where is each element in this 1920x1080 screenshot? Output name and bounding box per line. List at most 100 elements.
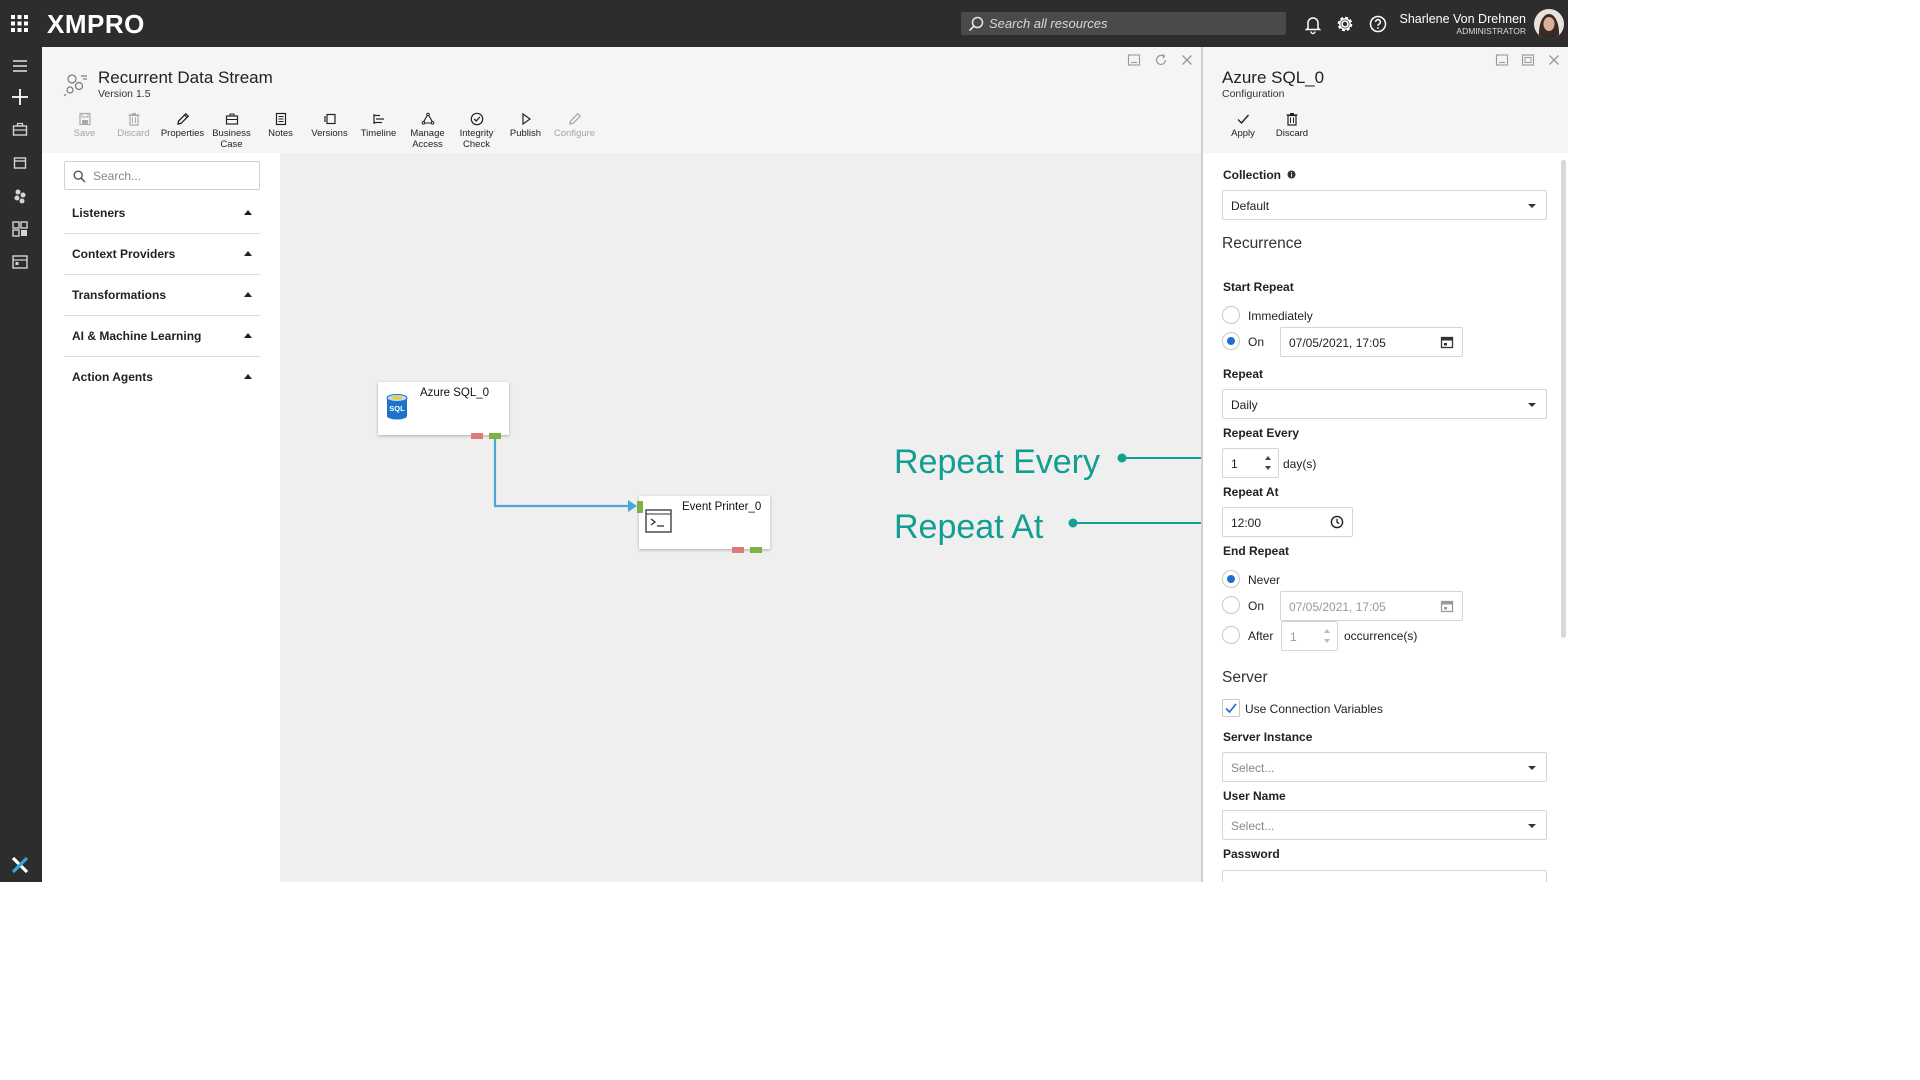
end-date-value: 07/05/2021, 17:05 (1289, 600, 1386, 614)
business-case-label: Business Case (212, 128, 251, 150)
info-icon[interactable] (1287, 170, 1296, 179)
configure-label: Configure (553, 128, 596, 139)
end-on-radio[interactable] (1222, 596, 1240, 614)
decrement-icon[interactable] (1265, 466, 1271, 470)
never-radio[interactable] (1222, 570, 1240, 588)
discard-config-label: Discard (1275, 128, 1309, 139)
after-radio[interactable] (1222, 626, 1240, 644)
close-icon[interactable] (1547, 53, 1561, 67)
occurrences-value: 1 (1290, 630, 1297, 644)
app-grid-icon[interactable] (10, 14, 29, 33)
top-bar: XMPRO Search all resources Sharlene Von … (0, 0, 1568, 47)
error-output-port[interactable] (471, 433, 483, 439)
clock-icon[interactable] (1330, 515, 1344, 529)
user-avatar[interactable] (1534, 9, 1564, 39)
collection-select[interactable]: Default (1222, 190, 1547, 220)
checkmark-icon (1237, 114, 1250, 125)
apps-dashboard-icon[interactable] (10, 219, 30, 239)
category-label: Listeners (72, 206, 126, 220)
dropdown-arrow-icon (1528, 824, 1536, 828)
category-ai-machine-learning[interactable]: AI & Machine Learning (64, 316, 260, 357)
minimize-icon[interactable] (1127, 53, 1141, 67)
configure-button[interactable]: Configure (550, 112, 599, 139)
settings-gear-icon[interactable] (1334, 13, 1356, 35)
global-search-input[interactable]: Search all resources (961, 12, 1286, 35)
output-port[interactable] (489, 433, 501, 439)
discard-button[interactable]: Discard (109, 112, 158, 139)
output-port[interactable] (750, 547, 762, 553)
check-circle-icon (470, 112, 483, 126)
category-context-providers[interactable]: Context Providers (64, 234, 260, 275)
repeat-select[interactable]: Daily (1222, 389, 1547, 419)
annotation-repeat-at: Repeat At (894, 508, 1044, 546)
properties-button[interactable]: Properties (158, 112, 207, 139)
menu-hamburger-icon[interactable] (10, 56, 30, 76)
briefcase-icon[interactable] (10, 120, 30, 140)
discard-label: Discard (117, 128, 150, 139)
end-date-input[interactable]: 07/05/2021, 17:05 (1280, 591, 1463, 621)
start-repeat-label: Start Repeat (1223, 280, 1294, 294)
search-icon (968, 16, 984, 32)
start-on-radio[interactable] (1222, 332, 1240, 350)
password-input[interactable] (1222, 870, 1547, 882)
timeline-button[interactable]: Timeline (354, 112, 403, 139)
play-icon (521, 112, 531, 126)
immediately-radio[interactable] (1222, 306, 1240, 324)
panel-scrollbar[interactable] (1561, 160, 1566, 638)
minimize-icon[interactable] (1495, 53, 1509, 67)
xmpro-logo[interactable]: XMPRO (47, 9, 145, 40)
category-listeners[interactable]: Listeners (64, 193, 260, 234)
caret-up-icon (244, 251, 252, 256)
notes-button[interactable]: Notes (256, 112, 305, 139)
decrement-icon[interactable] (1324, 639, 1330, 643)
discard-config-button[interactable]: Discard (1272, 112, 1312, 139)
close-icon[interactable] (1180, 53, 1194, 67)
repeat-at-time-input[interactable]: 12:00 (1222, 507, 1353, 537)
notifications-bell-icon[interactable] (1302, 13, 1324, 35)
end-on-label: On (1248, 599, 1265, 613)
calendar-icon[interactable] (1440, 335, 1454, 349)
user-name[interactable]: Sharlene Von Drehnen (1380, 12, 1526, 26)
manage-access-button[interactable]: Manage Access (403, 112, 452, 150)
calendar-icon[interactable] (10, 153, 30, 173)
increment-icon[interactable] (1265, 456, 1271, 460)
input-port[interactable] (637, 501, 643, 513)
category-transformations[interactable]: Transformations (64, 275, 260, 316)
xmpro-x-logo-icon[interactable] (11, 856, 29, 874)
increment-icon[interactable] (1324, 629, 1330, 633)
error-output-port[interactable] (732, 547, 744, 553)
integrity-check-button[interactable]: Integrity Check (452, 112, 501, 150)
data-streams-icon[interactable] (10, 186, 30, 206)
end-repeat-label: End Repeat (1223, 544, 1290, 558)
apply-button[interactable]: Apply (1223, 112, 1263, 139)
save-button[interactable]: Save (60, 112, 109, 139)
panel-title: Azure SQL_0 (1222, 68, 1325, 87)
occurrences-stepper[interactable]: 1 (1281, 621, 1338, 651)
calendar-icon[interactable] (1440, 599, 1454, 613)
business-case-button[interactable]: Business Case (207, 112, 256, 150)
start-date-input[interactable]: 07/05/2021, 17:05 (1280, 327, 1463, 357)
refresh-icon[interactable] (1154, 53, 1168, 67)
publish-button[interactable]: Publish (501, 112, 550, 139)
manage-access-label: Manage Access (410, 128, 445, 150)
server-heading: Server (1222, 669, 1268, 686)
timeline-label: Timeline (360, 128, 397, 139)
collection-label-text: Collection (1223, 168, 1282, 182)
use-connection-variables-checkbox[interactable] (1222, 699, 1240, 717)
versions-label: Versions (311, 128, 348, 139)
repeat-every-label: Repeat Every (1223, 426, 1300, 440)
versions-button[interactable]: Versions (305, 112, 354, 139)
agent-node-event-printer[interactable]: Event Printer_0 (637, 496, 770, 553)
caret-up-icon (244, 333, 252, 338)
add-plus-icon[interactable] (10, 87, 30, 107)
panel-subtitle: Configuration (1222, 88, 1285, 100)
category-action-agents[interactable]: Action Agents (64, 357, 260, 398)
repeat-every-stepper[interactable]: 1 (1222, 448, 1279, 478)
maximize-icon[interactable] (1521, 53, 1535, 67)
palette-search-input[interactable]: Search... (64, 161, 260, 190)
recommendations-icon[interactable] (10, 252, 30, 272)
collection-value: Default (1231, 199, 1270, 213)
server-instance-select[interactable]: Select... (1222, 752, 1547, 782)
user-name-select[interactable]: Select... (1222, 810, 1547, 840)
agent-node-azure-sql[interactable]: SQL Azure SQL_0 (378, 382, 509, 439)
